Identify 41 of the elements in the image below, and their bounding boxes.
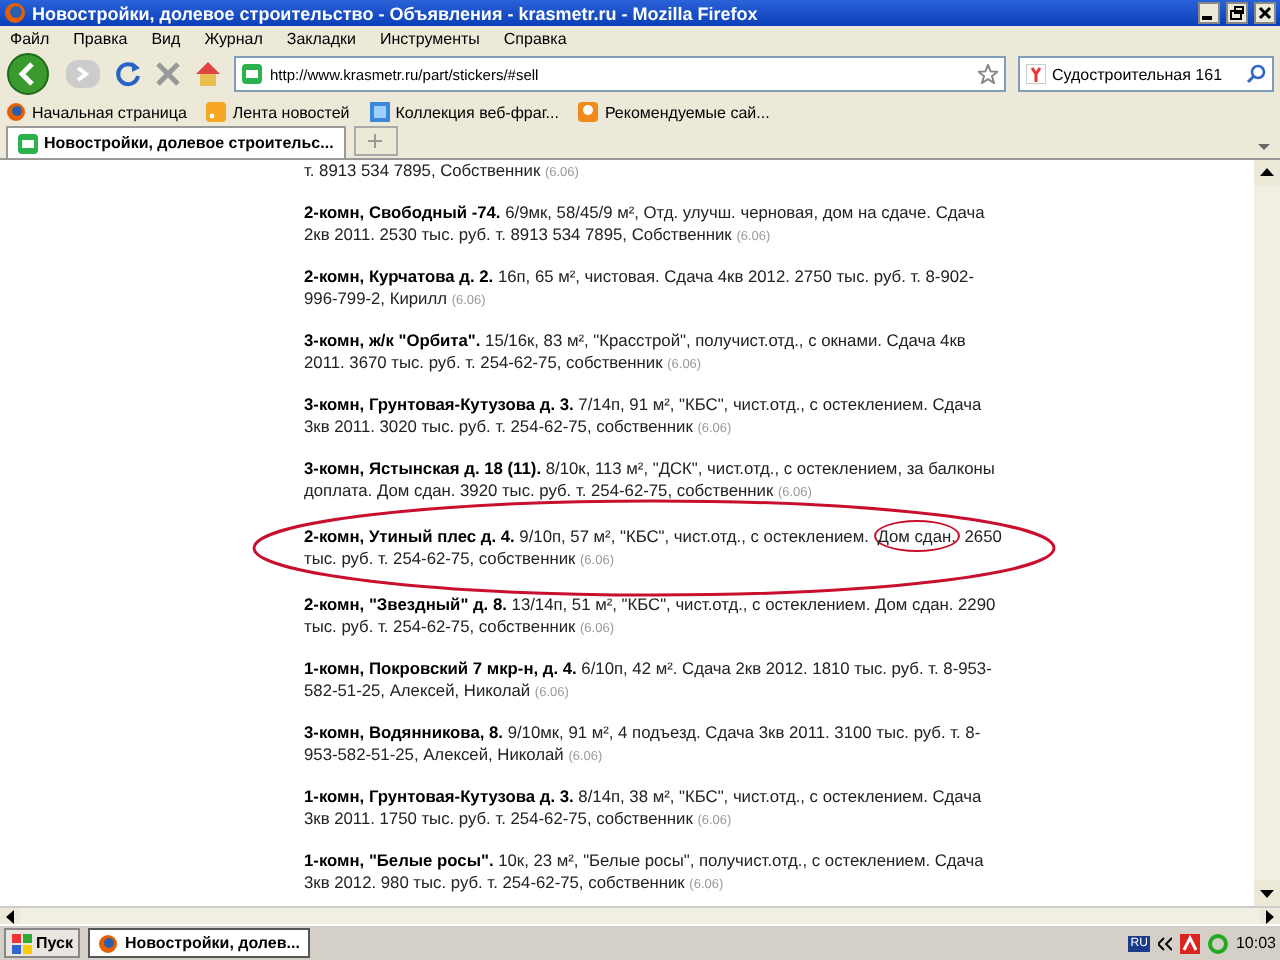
bookmark-item[interactable]: Рекомендуемые сай...	[578, 102, 770, 122]
menu-item[interactable]: Справка	[503, 29, 567, 47]
plus-icon	[368, 134, 383, 148]
window-icon	[369, 102, 390, 122]
bookmark-item[interactable]: Лента новостей	[206, 102, 350, 122]
close-icon[interactable]	[1254, 2, 1276, 24]
site-icon	[18, 133, 38, 153]
search-field[interactable]: Судостроительная 161	[1018, 56, 1274, 92]
reload-icon[interactable]	[114, 60, 142, 88]
windows-logo-icon	[12, 933, 32, 953]
menu-item[interactable]: Закладки	[286, 29, 357, 47]
menu-item[interactable]: Файл	[10, 29, 50, 47]
tray-app-icon	[1207, 933, 1228, 953]
window-title: Новостройки, долевое строительство - Объявления - krasmetr.ru - Mozilla Firefox	[32, 3, 760, 23]
bookmark-item[interactable]: Начальная страница	[6, 102, 187, 122]
antivirus-icon	[1179, 933, 1200, 953]
scroll-down-icon[interactable]	[1254, 880, 1280, 906]
menu-item[interactable]: Правка	[73, 29, 128, 47]
taskbar-button[interactable]: Новостройки, долев...	[88, 928, 310, 958]
search-icon[interactable]	[1246, 64, 1266, 84]
bookmark-item[interactable]: Коллекция веб-фраг...	[369, 102, 559, 122]
scroll-up-icon[interactable]	[1254, 160, 1280, 186]
start-button[interactable]: Пуск	[4, 928, 81, 958]
menu-item[interactable]: Инструменты	[380, 29, 480, 47]
menu-item[interactable]: Журнал	[204, 29, 263, 47]
firefox-icon	[6, 102, 26, 122]
star-icon[interactable]	[978, 64, 998, 84]
clock: 10:03	[1235, 934, 1276, 952]
minimize-icon[interactable]	[1198, 2, 1220, 24]
site-icon	[242, 64, 262, 84]
menu-item[interactable]: Вид	[151, 29, 181, 47]
vertical-scrollbar[interactable]	[1254, 160, 1280, 906]
back-button[interactable]	[6, 52, 54, 96]
firefox-icon	[98, 933, 119, 953]
chevron-icon[interactable]	[1157, 935, 1172, 951]
bulb-icon	[578, 102, 599, 122]
restore-icon[interactable]	[1226, 2, 1248, 24]
home-icon[interactable]	[194, 60, 222, 88]
browser-tab[interactable]: Новостройки, долевое строительс...	[6, 126, 346, 158]
feed-icon	[206, 102, 227, 122]
firefox-icon	[4, 2, 26, 24]
